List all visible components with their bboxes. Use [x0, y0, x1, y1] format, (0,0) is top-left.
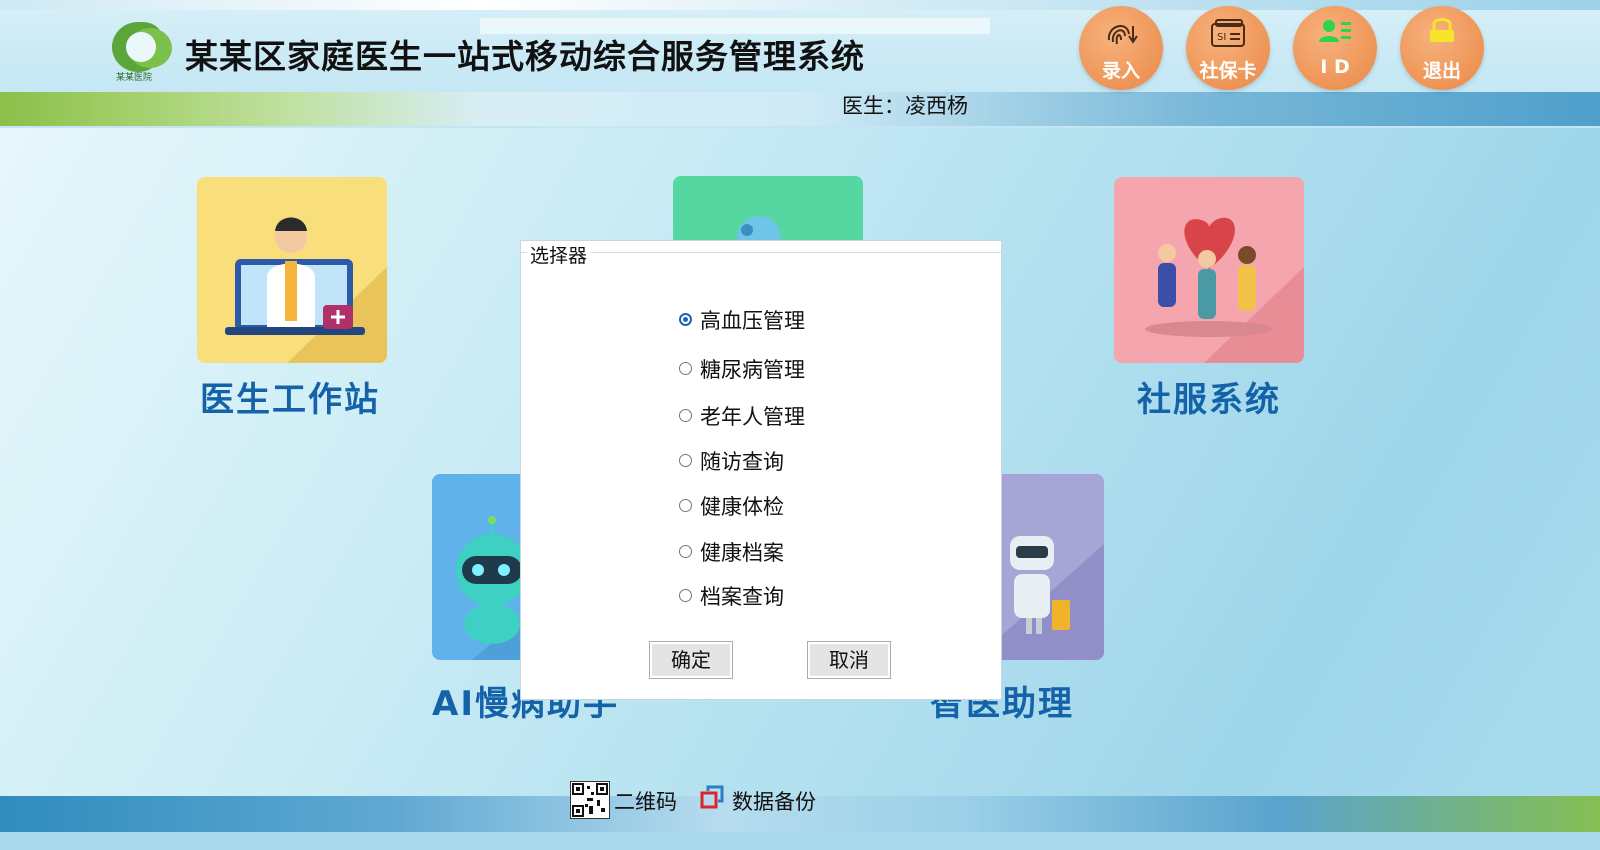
- radio-health-record[interactable]: [679, 545, 692, 558]
- option-label: 糖尿病管理: [700, 358, 805, 382]
- option-record-query[interactable]: 档案查询: [679, 581, 784, 611]
- svg-text:SI: SI: [1217, 32, 1226, 43]
- app-title: 某某区家庭医生一站式移动综合服务管理系统: [185, 37, 865, 76]
- dialog-legend-line: [521, 252, 1001, 253]
- input-button[interactable]: 录入: [1079, 6, 1163, 90]
- social-security-card-label: 社保卡: [1199, 60, 1257, 82]
- radio-followup-query[interactable]: [679, 454, 692, 467]
- logo-text: 某某医院: [116, 73, 153, 83]
- option-hypertension[interactable]: 高血压管理: [679, 305, 805, 335]
- id-button-label: I D: [1320, 56, 1350, 78]
- footer-band-lower: [0, 832, 1600, 850]
- tile-label-social-services[interactable]: 社服系统: [1137, 372, 1281, 421]
- header-top-stripe: [0, 0, 1600, 10]
- option-followup-query[interactable]: 随访查询: [679, 446, 784, 476]
- radio-diabetes[interactable]: [679, 362, 692, 375]
- selector-dialog: 选择器 高血压管理 糖尿病管理 老年人管理 随访查询 健康体检 健康档案 档案查…: [520, 240, 1002, 700]
- qr-code-icon[interactable]: [570, 781, 610, 819]
- community-heart-illustration-icon: [1145, 217, 1304, 363]
- option-elderly[interactable]: 老年人管理: [679, 401, 805, 431]
- id-card-icon: [1319, 20, 1351, 42]
- tile-social-services[interactable]: [1114, 177, 1304, 363]
- id-button[interactable]: I D: [1293, 6, 1377, 90]
- data-backup-icon[interactable]: [700, 785, 724, 809]
- logo-inner: [126, 32, 156, 62]
- logout-button[interactable]: 退出: [1400, 6, 1484, 90]
- radio-hypertension[interactable]: [679, 313, 692, 326]
- social-security-card-button[interactable]: SI 社保卡: [1186, 6, 1270, 90]
- qr-pattern: [572, 783, 608, 817]
- option-health-checkup[interactable]: 健康体检: [679, 491, 784, 521]
- tile-doctor-workstation[interactable]: [197, 177, 387, 363]
- lock-icon: [1430, 18, 1454, 42]
- radio-health-checkup[interactable]: [679, 499, 692, 512]
- tile-label-doctor-workstation[interactable]: 医生工作站: [200, 372, 380, 421]
- ok-button[interactable]: 确定: [649, 641, 733, 679]
- option-health-record[interactable]: 健康档案: [679, 537, 784, 567]
- input-button-label: 录入: [1101, 60, 1140, 82]
- qr-code-label[interactable]: 二维码: [614, 786, 677, 816]
- option-label: 老年人管理: [700, 405, 805, 429]
- option-label: 健康档案: [700, 541, 784, 565]
- logout-button-label: 退出: [1422, 60, 1461, 82]
- option-label: 健康体检: [700, 495, 784, 519]
- social-security-card-icon: SI: [1211, 19, 1245, 47]
- radio-elderly[interactable]: [679, 409, 692, 422]
- dialog-title: 选择器: [527, 241, 591, 268]
- fingerprint-icon: [1107, 25, 1138, 45]
- hospital-logo: 某某医院: [112, 22, 178, 84]
- option-label: 随访查询: [700, 450, 784, 474]
- doctor-name: 医生：凌西杨: [842, 94, 968, 118]
- header-color-stripe: [0, 92, 1600, 126]
- option-label: 档案查询: [700, 585, 784, 609]
- radio-record-query[interactable]: [679, 589, 692, 602]
- option-label: 高血压管理: [700, 309, 805, 333]
- cancel-button[interactable]: 取消: [807, 641, 891, 679]
- option-diabetes[interactable]: 糖尿病管理: [679, 354, 805, 384]
- data-backup-label[interactable]: 数据备份: [732, 786, 816, 816]
- doctor-illustration-icon: [225, 217, 387, 363]
